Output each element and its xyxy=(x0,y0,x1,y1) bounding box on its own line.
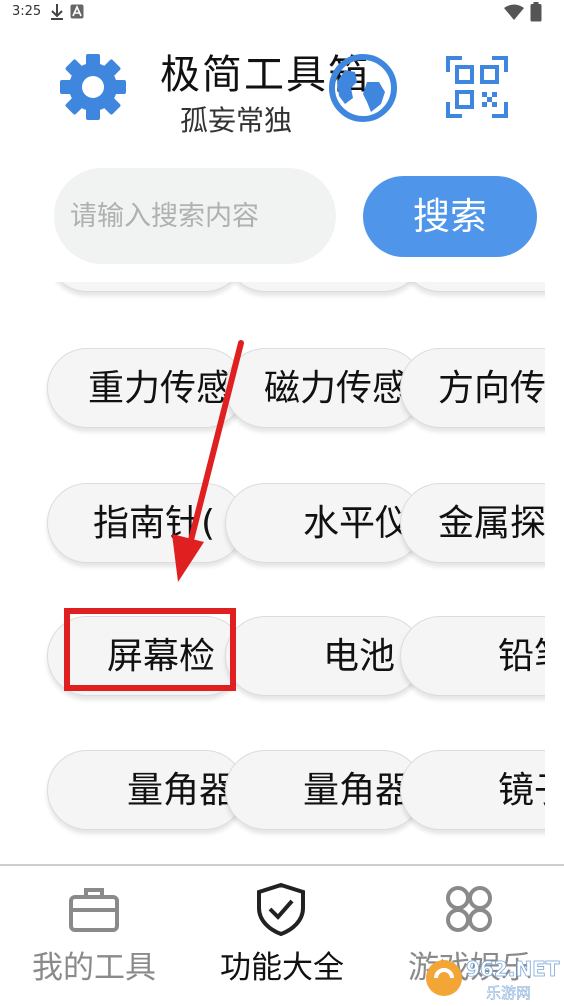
search-input[interactable] xyxy=(54,168,336,264)
tool-label: 重力传感器 xyxy=(88,368,244,409)
nav-all-features[interactable]: 功能大全 xyxy=(188,866,376,1004)
qr-scan-button[interactable] xyxy=(446,56,508,118)
qr-scan-icon xyxy=(446,56,508,118)
tool-battery[interactable]: 电池 xyxy=(225,616,423,696)
tool-gravity-sensor[interactable]: 重力传感器 xyxy=(47,348,245,428)
app-subtitle: 孤妄常独 xyxy=(180,104,293,137)
bottom-navigation: 我的工具 功能大全 游戏娱乐 xyxy=(0,864,564,1006)
tool-mirror[interactable]: 镜子 xyxy=(400,750,545,830)
tool-screen-test[interactable]: 屏幕检 xyxy=(47,616,245,696)
accessibility-a-icon xyxy=(70,4,84,19)
nav-label: 游戏娱乐 xyxy=(408,950,532,986)
tool-level[interactable]: 水平仪 xyxy=(225,483,423,563)
tool-label: 量角器 xyxy=(303,770,412,811)
tool-label: 金属探测 xyxy=(438,503,545,544)
tool-label: 电池 xyxy=(323,636,396,677)
nav-my-tools[interactable]: 我的工具 xyxy=(0,866,188,1004)
search-button[interactable]: 搜索 xyxy=(363,176,537,257)
tool-metal-detector[interactable]: 金属探测 xyxy=(400,483,545,563)
tool-compass[interactable]: 指南针( xyxy=(47,483,245,563)
nav-games[interactable]: 游戏娱乐 xyxy=(376,866,564,1004)
tool-pill-partial[interactable] xyxy=(400,282,545,292)
tool-protractor[interactable]: 量角器 xyxy=(47,750,245,830)
tool-label: 屏幕检 xyxy=(107,636,216,677)
tool-protractor-2[interactable]: 量角器 xyxy=(225,750,423,830)
download-icon xyxy=(51,4,63,20)
battery-icon xyxy=(530,2,542,22)
status-bar: 3:25 xyxy=(0,0,564,26)
settings-button[interactable] xyxy=(58,52,128,122)
nav-label: 我的工具 xyxy=(32,950,156,986)
tool-label: 方向传感器 xyxy=(438,368,545,409)
globe-icon xyxy=(329,54,397,122)
globe-button[interactable] xyxy=(327,52,399,124)
tool-label: 镜子 xyxy=(498,770,545,811)
tool-magnetic-sensor[interactable]: 磁力传感器 xyxy=(225,348,423,428)
tool-label: 指南针( xyxy=(93,503,216,544)
tool-grid: 重力传感器 磁力传感器 方向传感器 指南针( 水平仪 金属探测 屏幕检 电池 铅… xyxy=(0,282,545,864)
tool-direction-sensor[interactable]: 方向传感器 xyxy=(400,348,545,428)
clover-icon xyxy=(446,886,492,932)
nav-label: 功能大全 xyxy=(220,950,344,986)
tool-pill-partial[interactable] xyxy=(47,282,245,292)
gear-icon xyxy=(60,54,126,120)
tool-pencil[interactable]: 铅笔 xyxy=(400,616,545,696)
status-time: 3:25 xyxy=(12,4,42,19)
tool-label: 水平仪 xyxy=(303,503,412,544)
wifi-icon xyxy=(504,4,524,20)
briefcase-icon xyxy=(69,888,119,932)
tool-label: 铅笔 xyxy=(498,636,545,677)
tool-pill-partial[interactable] xyxy=(225,282,423,292)
tool-label: 量角器 xyxy=(127,770,236,811)
shield-check-icon xyxy=(257,882,305,936)
